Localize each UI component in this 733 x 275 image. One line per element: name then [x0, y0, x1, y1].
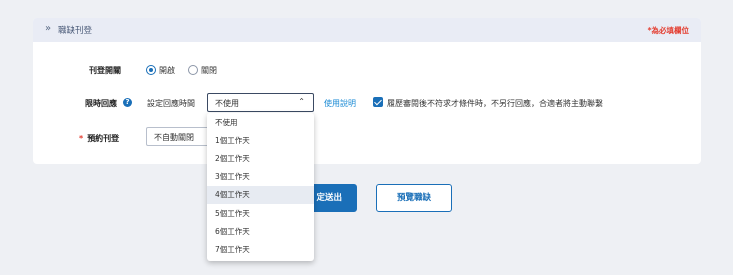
dropdown-option-1-day[interactable]: 1個工作天 [207, 132, 314, 150]
dropdown-option-3-days[interactable]: 3個工作天 [207, 168, 314, 186]
dropdown-option-5-days[interactable]: 5個工作天 [207, 205, 314, 223]
reply-time-sublabel: 設定回應時間 [147, 99, 195, 108]
preview-button[interactable]: 預覽職缺 [376, 184, 452, 212]
reply-limit-label: 限時回應 [85, 99, 117, 108]
radio-publish-on[interactable] [146, 65, 156, 75]
auto-close-select-value: 不自動關閉 [154, 133, 194, 142]
scheduled-publish-label-text: 預約刊登 [87, 134, 120, 143]
dropdown-option-4-days[interactable]: 4個工作天 [207, 186, 314, 204]
chevron-up-icon: ⌃ [298, 97, 305, 106]
reply-time-dropdown: 不使用 1個工作天 2個工作天 3個工作天 4個工作天 5個工作天 6個工作天 … [207, 113, 314, 261]
required-fields-note: *為必填欄位 [647, 26, 689, 35]
section-title: 職缺刊登 [58, 26, 93, 36]
dropdown-option-none[interactable]: 不使用 [207, 114, 314, 132]
required-star: * [79, 134, 84, 143]
publish-toggle-label: 刊登開關 [89, 66, 121, 75]
reply-time-select-value: 不使用 [215, 99, 239, 108]
job-posting-card: » 職缺刊登 *為必填欄位 [33, 18, 701, 164]
chevron-double-right-icon: » [45, 23, 52, 34]
no-reply-checkbox-label: 履歷審閱後不符求才條件時，不另行回應，合適者將主動聯繫 [387, 99, 603, 108]
section-header[interactable]: » 職缺刊登 *為必填欄位 [33, 18, 701, 42]
usage-guide-link[interactable]: 使用說明 [324, 98, 356, 109]
dropdown-option-6-days[interactable]: 6個工作天 [207, 223, 314, 241]
reply-time-select[interactable]: 不使用 ⌃ [207, 93, 314, 112]
radio-publish-on-label[interactable]: 開啟 [159, 65, 175, 76]
dropdown-option-2-days[interactable]: 2個工作天 [207, 150, 314, 168]
help-icon[interactable]: ? [123, 98, 132, 107]
auto-close-select[interactable]: 不自動關閉 [146, 127, 216, 146]
dropdown-option-7-days[interactable]: 7個工作天 [207, 241, 314, 259]
radio-publish-off-label[interactable]: 關閉 [201, 65, 217, 76]
scheduled-publish-label: * 預約刊登 [79, 133, 119, 144]
radio-publish-off[interactable] [188, 65, 198, 75]
no-reply-checkbox[interactable] [373, 97, 383, 107]
